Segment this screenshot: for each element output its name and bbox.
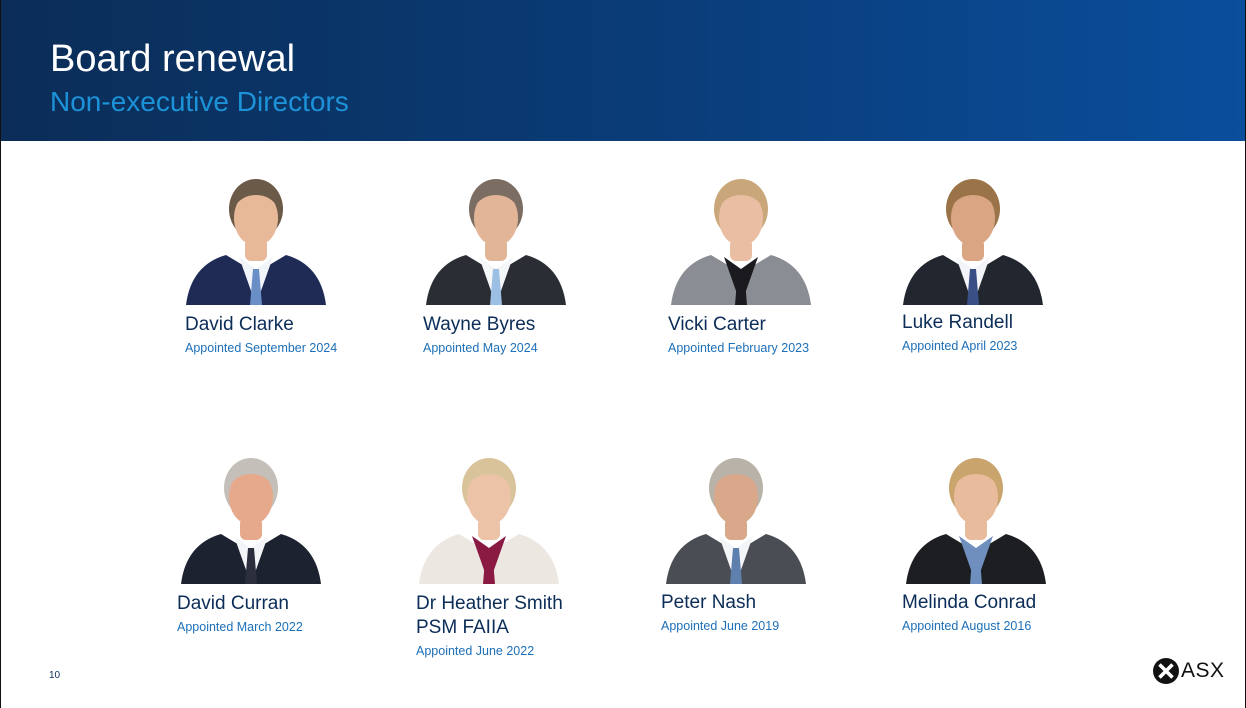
director-card-vicki-carter: Vicki Carter Appointed February 2023 — [666, 173, 816, 357]
director-name: Vicki Carter — [668, 314, 766, 335]
slide-header: Board renewal Non-executive Directors — [1, 0, 1245, 141]
director-name-line-1: Dr Heather Smith — [416, 593, 563, 614]
appointment-date: Appointed June 2019 — [661, 619, 780, 633]
director-photo — [181, 173, 331, 305]
asx-logo: ASX — [1153, 656, 1225, 686]
director-card-david-curran: David Curran Appointed March 2022 — [176, 452, 326, 636]
appointment-date: Appointed February 2023 — [668, 341, 810, 355]
director-photo — [176, 452, 326, 584]
appointment-date: Appointed March 2022 — [177, 620, 303, 634]
director-photo — [666, 173, 816, 305]
page-number: 10 — [49, 670, 61, 681]
appointment-date: Appointed September 2024 — [185, 341, 338, 355]
slide: Board renewal Non-executive Directors Da… — [0, 0, 1246, 708]
director-photo — [898, 173, 1048, 305]
director-card-heather-smith: Dr Heather Smith PSM FAIIA Appointed Jun… — [414, 452, 564, 660]
appointment-date: Appointed April 2023 — [902, 339, 1018, 353]
director-photo — [661, 452, 811, 584]
director-name-line-2: PSM FAIIA — [416, 617, 509, 638]
appointment-date: Appointed May 2024 — [423, 341, 538, 355]
director-name: Luke Randell — [902, 312, 1013, 333]
director-name: Peter Nash — [661, 592, 757, 613]
director-photo — [421, 173, 571, 305]
director-card-david-clarke: David Clarke Appointed September 2024 — [181, 173, 337, 357]
director-name: Wayne Byres — [423, 314, 536, 335]
appointment-date: Appointed August 2016 — [902, 619, 1032, 633]
director-name: David Curran — [177, 593, 289, 614]
director-card-peter-nash: Peter Nash Appointed June 2019 — [661, 452, 811, 635]
director-card-melinda-conrad: Melinda Conrad Appointed August 2016 — [901, 452, 1051, 635]
asx-logo-icon — [1153, 658, 1179, 684]
appointment-date: Appointed June 2022 — [416, 644, 535, 658]
asx-logo-text: ASX — [1181, 659, 1225, 682]
director-name: David Clarke — [185, 314, 294, 335]
page-subtitle: Non-executive Directors — [50, 86, 349, 117]
director-name: Melinda Conrad — [902, 592, 1037, 613]
director-card-wayne-byres: Wayne Byres Appointed May 2024 — [421, 173, 571, 357]
director-card-luke-randell: Luke Randell Appointed April 2023 — [898, 173, 1048, 355]
page-title: Board renewal — [50, 38, 296, 80]
director-photo — [414, 452, 564, 584]
director-photo — [901, 452, 1051, 584]
